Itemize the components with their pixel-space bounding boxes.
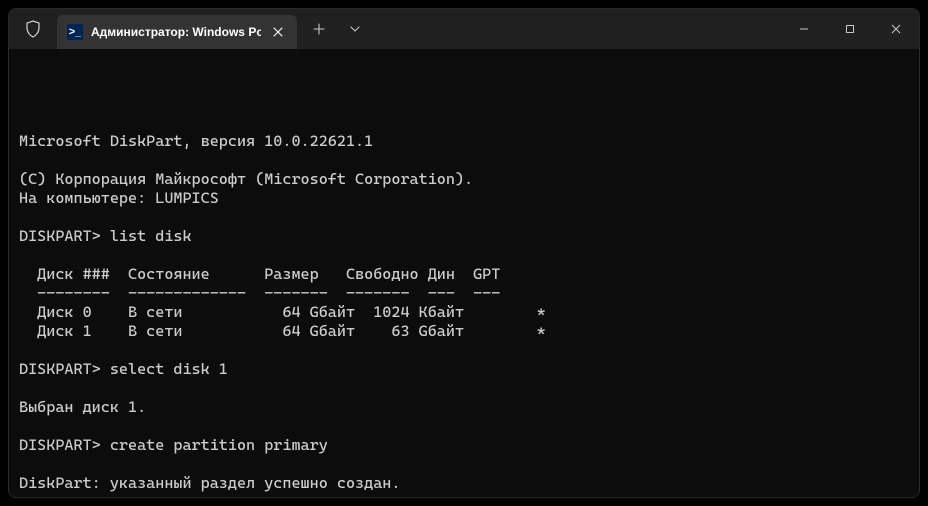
minimize-icon	[799, 24, 809, 34]
maximize-icon	[845, 24, 855, 34]
minimize-button[interactable]	[781, 9, 827, 49]
shield-icon	[25, 20, 41, 38]
close-icon	[273, 27, 283, 37]
powershell-icon: >_	[67, 24, 83, 40]
new-tab-button[interactable]	[301, 9, 337, 49]
terminal-window: >_ Администратор: Windows Po	[8, 8, 920, 498]
tab-dropdown-button[interactable]	[337, 9, 373, 49]
terminal-pane[interactable]: Microsoft DiskPart, версия 10.0.22621.1 …	[9, 49, 919, 497]
plus-icon	[313, 23, 325, 35]
active-tab[interactable]: >_ Администратор: Windows Po	[57, 15, 297, 49]
tab-title: Администратор: Windows Po	[91, 25, 261, 39]
chevron-down-icon	[350, 26, 360, 32]
terminal-output: Microsoft DiskPart, версия 10.0.22621.1 …	[19, 113, 913, 497]
powershell-icon-glyph: >_	[69, 26, 82, 38]
maximize-button[interactable]	[827, 9, 873, 49]
close-icon	[891, 24, 901, 34]
titlebar-left: >_ Администратор: Windows Po	[9, 9, 373, 49]
window-controls	[781, 9, 919, 49]
titlebar: >_ Администратор: Windows Po	[9, 9, 919, 49]
close-window-button[interactable]	[873, 9, 919, 49]
app-icon-area	[9, 9, 57, 49]
tab-close-button[interactable]	[269, 23, 287, 41]
